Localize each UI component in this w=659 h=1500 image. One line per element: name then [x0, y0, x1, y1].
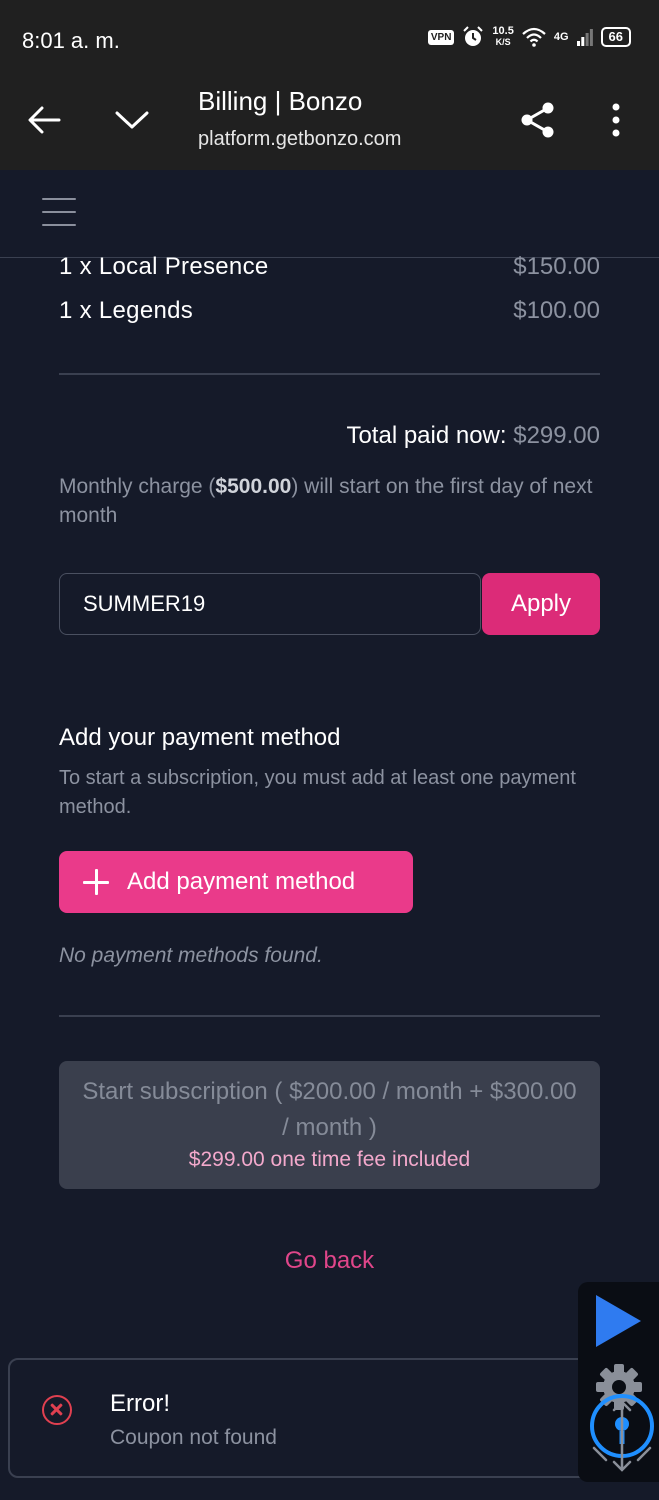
alarm-icon [463, 26, 484, 46]
monthly-amount: $500.00 [215, 475, 292, 498]
divider [59, 1015, 600, 1017]
payment-method-subtext: To start a subscription, you must add at… [59, 767, 576, 818]
arrow-left-icon[interactable] [22, 98, 66, 142]
status-time: 8:01 a. m. [22, 28, 120, 53]
start-subscription-button[interactable]: Start subscription ( $200.00 / month + $… [59, 1061, 600, 1189]
line-item-price: $150.00 [513, 253, 600, 280]
battery-indicator: 66 [600, 27, 631, 47]
toast-title: Error! [110, 1390, 170, 1417]
floating-control-panel [578, 1282, 659, 1482]
total-value: $299.00 [513, 422, 600, 449]
line-item: 1 x Legends $100.00 [59, 297, 600, 325]
plus-icon [83, 869, 109, 895]
error-circle-x-icon [42, 1395, 72, 1425]
app-header [0, 170, 659, 258]
payment-method-heading: Add your payment method [59, 724, 341, 751]
one-time-fee-label: $299.00 one time fee included [188, 1148, 471, 1171]
touch-move-icon[interactable] [586, 1394, 658, 1474]
status-bar: 8:01 a. m. VPN 10.5 K/S 4G 66 [0, 0, 659, 78]
signal-icon [576, 29, 593, 46]
line-item-name: 1 x Local Presence [59, 253, 269, 280]
net-speed-value: 10.5 [492, 25, 514, 37]
line-item: 1 x Local Presence $150.00 [59, 253, 600, 281]
chevron-down-icon[interactable] [110, 98, 154, 142]
total-label: Total paid now: [346, 422, 507, 449]
toast-message: Coupon not found [110, 1426, 277, 1449]
monthly-prefix: Monthly charge ( [59, 475, 216, 498]
share-icon[interactable] [516, 98, 560, 142]
start-subscription-label: Start subscription ( $200.00 / month + $… [82, 1078, 577, 1141]
add-payment-method-label: Add payment method [127, 868, 356, 895]
status-icons: VPN 10.5 K/S 4G 66 [427, 26, 631, 48]
net-speed-unit: K/S [495, 37, 511, 47]
network-type: 4G [553, 31, 569, 43]
more-vertical-icon[interactable] [594, 98, 638, 142]
wifi-icon [522, 27, 546, 47]
browser-url[interactable]: platform.getbonzo.com [198, 128, 401, 151]
divider [59, 373, 600, 375]
monthly-charge-note: Monthly charge ($500.00) will start on t… [59, 472, 604, 530]
coupon-input[interactable] [59, 573, 481, 635]
vpn-icon: VPN [427, 29, 455, 45]
hamburger-menu-icon[interactable] [42, 198, 76, 228]
play-icon[interactable] [592, 1292, 644, 1350]
no-payment-methods-text: No payment methods found. [59, 944, 323, 967]
error-toast: Error! Coupon not found [8, 1358, 592, 1478]
go-back-link[interactable]: Go back [0, 1247, 659, 1275]
net-speed: 10.5 K/S [492, 26, 513, 48]
add-payment-method-button[interactable]: Add payment method [59, 851, 413, 913]
line-item-name: 1 x Legends [59, 297, 194, 324]
apply-coupon-button[interactable]: Apply [482, 573, 600, 635]
total-paid: Total paid now: $299.00 [346, 422, 600, 450]
line-item-price: $100.00 [513, 297, 600, 324]
browser-page-title: Billing | Bonzo [198, 86, 363, 116]
